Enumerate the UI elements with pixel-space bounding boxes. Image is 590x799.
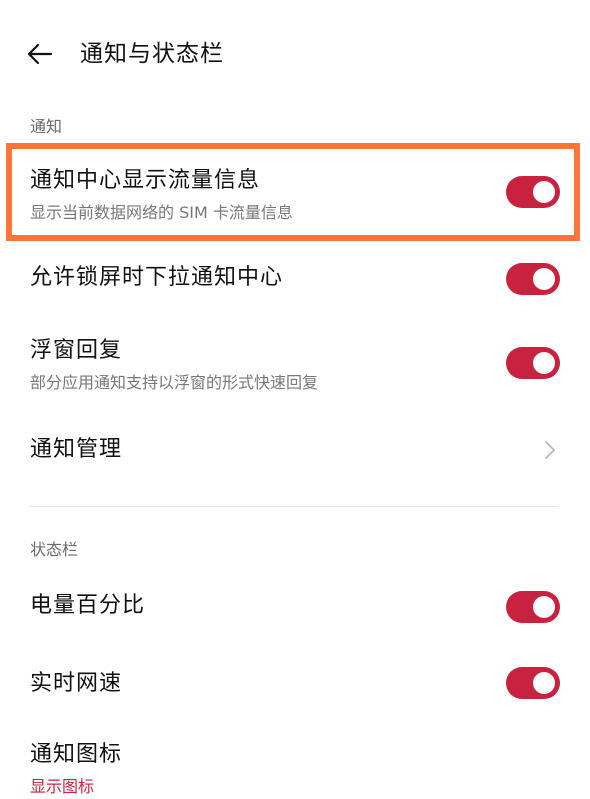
section-divider bbox=[30, 506, 558, 507]
setting-title: 允许锁屏时下拉通知中心 bbox=[30, 265, 284, 290]
setting-row-lockscreen-pulldown[interactable]: 允许锁屏时下拉通知中心 bbox=[0, 246, 590, 312]
setting-title: 电量百分比 bbox=[30, 593, 146, 618]
arrow-left-icon bbox=[27, 43, 53, 65]
toggle-knob bbox=[533, 352, 555, 374]
setting-title: 通知中心显示流量信息 bbox=[30, 168, 261, 193]
setting-subtitle: 显示当前数据网络的 SIM 卡流量信息 bbox=[30, 203, 293, 222]
lockscreen-pulldown-toggle[interactable] bbox=[506, 263, 560, 295]
toggle-knob bbox=[533, 268, 555, 290]
chevron-right-icon bbox=[540, 438, 560, 462]
floating-reply-toggle[interactable] bbox=[506, 347, 560, 379]
setting-row-battery-percentage[interactable]: 电量百分比 bbox=[0, 574, 590, 640]
setting-title: 通知管理 bbox=[30, 437, 123, 462]
app-header: 通知与状态栏 bbox=[0, 0, 590, 110]
traffic-info-toggle[interactable] bbox=[506, 176, 560, 208]
section-header-statusbar: 状态栏 bbox=[30, 540, 79, 559]
setting-row-notification-icons[interactable]: 通知图标 显示图标 bbox=[0, 726, 590, 799]
setting-title: 实时网速 bbox=[30, 671, 123, 696]
setting-row-floating-reply[interactable]: 浮窗回复 部分应用通知支持以浮窗的形式快速回复 bbox=[0, 320, 590, 406]
setting-title: 浮窗回复 bbox=[30, 338, 123, 363]
back-button[interactable] bbox=[22, 38, 58, 70]
realtime-speed-toggle[interactable] bbox=[506, 667, 560, 699]
battery-percentage-toggle[interactable] bbox=[506, 591, 560, 623]
setting-subtitle: 显示图标 bbox=[30, 777, 95, 796]
page-title: 通知与状态栏 bbox=[80, 41, 224, 67]
setting-row-realtime-speed[interactable]: 实时网速 bbox=[0, 652, 590, 718]
toggle-knob bbox=[533, 596, 555, 618]
setting-subtitle: 部分应用通知支持以浮窗的形式快速回复 bbox=[30, 373, 319, 392]
setting-row-traffic-info[interactable]: 通知中心显示流量信息 显示当前数据网络的 SIM 卡流量信息 bbox=[0, 150, 590, 236]
toggle-knob bbox=[533, 672, 555, 694]
toggle-knob bbox=[533, 181, 555, 203]
setting-row-notification-management[interactable]: 通知管理 bbox=[0, 418, 590, 484]
setting-title: 通知图标 bbox=[30, 742, 123, 767]
section-header-notification: 通知 bbox=[30, 117, 63, 136]
